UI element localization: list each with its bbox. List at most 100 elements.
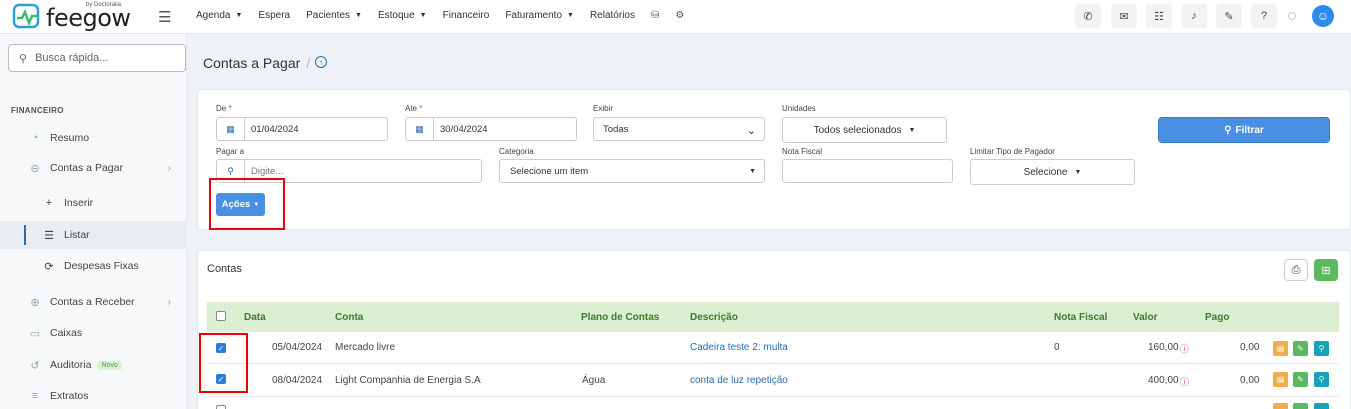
list-icon: ☰: [44, 229, 54, 242]
row-data: 08/04/2024: [272, 375, 323, 386]
top-bar: feegow by Doctoralia ☰ Agenda ▼ Espera Pa…: [0, 0, 1351, 34]
sidebar-item-caixas[interactable]: ▭ Caixas: [0, 319, 187, 347]
warning-icon: ⓘ: [1180, 377, 1190, 387]
pagar-a-label: Pagar a: [216, 147, 245, 156]
row-descricao-link[interactable]: conta de luz repetição: [690, 375, 788, 386]
main-nav: Agenda ▼ Espera Pacientes ▼ Estoque ▼ Finan…: [196, 10, 700, 21]
nav-espera[interactable]: Espera: [258, 10, 290, 21]
chat-icon[interactable]: ✎: [1216, 4, 1242, 28]
zoom-icon[interactable]: ⚲: [1314, 341, 1329, 356]
limitar-dropdown[interactable]: Selecione ▼: [970, 159, 1135, 185]
plus-circle-icon: ⊕: [30, 296, 40, 309]
calendar-icon: ▦: [406, 118, 434, 140]
gear-icon[interactable]: ⚙: [675, 10, 684, 21]
sidebar-item-inserir[interactable]: + Inserir: [0, 189, 187, 217]
nota-fiscal-label: Nota Fiscal: [782, 147, 823, 156]
unidades-label: Unidades: [782, 104, 816, 113]
search-icon: ⚲: [1224, 124, 1232, 136]
th-nota[interactable]: Nota Fiscal: [1054, 312, 1107, 323]
document-icon[interactable]: [1273, 403, 1288, 409]
nav-estoque[interactable]: Estoque ▼: [378, 10, 427, 21]
sidebar-item-contas-pagar[interactable]: ⊖ Contas a Pagar ›: [0, 154, 187, 182]
row-plano: Água: [582, 375, 606, 386]
zoom-icon[interactable]: [1314, 403, 1329, 409]
contas-title: Contas: [207, 263, 242, 275]
spreadsheet-icon[interactable]: ⊞: [1314, 259, 1338, 281]
de-label: De *: [216, 104, 232, 113]
sidebar-section-title: FINANCEIRO: [11, 106, 64, 115]
user-avatar-icon[interactable]: ☺: [1312, 5, 1334, 27]
th-valor[interactable]: Valor: [1133, 312, 1157, 323]
phone-icon[interactable]: ✆: [1075, 4, 1101, 28]
unidades-dropdown[interactable]: Todos selecionados ▼: [782, 117, 947, 143]
ate-date-field[interactable]: ▦ 30/04/2024: [405, 117, 577, 141]
sidebar-item-listar[interactable]: ☰ Listar: [0, 221, 187, 249]
row-divider: [207, 363, 1339, 364]
categoria-label: Categoria: [499, 147, 534, 156]
status-dot: [1288, 12, 1296, 20]
nav-faturamento[interactable]: Faturamento ▼: [505, 10, 574, 21]
nav-agenda[interactable]: Agenda ▼: [196, 10, 242, 21]
th-conta[interactable]: Conta: [335, 312, 363, 323]
row-conta: Mercado livre: [335, 342, 396, 353]
nav-financeiro[interactable]: Financeiro: [443, 10, 490, 21]
menu-icon[interactable]: ☰: [158, 8, 171, 26]
lines-icon: ≡: [31, 390, 39, 402]
row-divider: [207, 396, 1339, 397]
nota-fiscal-input[interactable]: [782, 159, 953, 183]
sidebar-item-extratos[interactable]: ≡ Extratos: [0, 382, 187, 409]
bell-icon[interactable]: ♪: [1181, 4, 1207, 28]
sidebar: ⚲ Busca rápida... FINANCEIRO ◔ Resumo ⊖ …: [0, 34, 187, 409]
row-nota: 0: [1054, 342, 1060, 353]
sidebar-item-resumo[interactable]: ◔ Resumo: [0, 124, 187, 152]
plus-icon: +: [45, 197, 53, 209]
chevron-right-icon: ›: [167, 162, 171, 174]
th-descricao[interactable]: Descrição: [690, 312, 738, 323]
document-icon[interactable]: ▤: [1273, 372, 1288, 387]
limitar-label: Limitar Tipo de Pagador: [970, 147, 1055, 156]
sidebar-item-contas-receber[interactable]: ⊕ Contas a Receber ›: [0, 288, 187, 316]
arrow-up-circle-icon[interactable]: ↑: [315, 56, 327, 68]
refresh-icon: ⟳: [44, 260, 54, 273]
row-checkbox[interactable]: [216, 405, 226, 409]
nav-relatorios[interactable]: Relatórios: [590, 10, 635, 21]
th-pago[interactable]: Pago: [1205, 312, 1229, 323]
feegow-logo[interactable]: feegow by Doctoralia: [12, 2, 142, 32]
row-valor: 400,00: [1148, 375, 1179, 386]
caret-down-icon: ▼: [1074, 168, 1082, 176]
categoria-select[interactable]: Selecione um item ▼: [499, 159, 765, 183]
inbox-icon: ▭: [29, 327, 41, 340]
filtrar-button[interactable]: ⚲ Filtrar: [1158, 117, 1330, 143]
caret-down-icon: ▼: [749, 168, 756, 175]
logo-icon: [12, 3, 40, 29]
inbox-icon[interactable]: ✉: [1111, 4, 1137, 28]
chevron-down-icon: ⌄: [746, 125, 756, 137]
edit-icon[interactable]: ✎: [1293, 372, 1308, 387]
history-icon: ↺: [30, 359, 40, 372]
th-data[interactable]: Data: [244, 312, 266, 323]
nav-pacientes[interactable]: Pacientes ▼: [306, 10, 362, 21]
quick-search-input[interactable]: ⚲ Busca rápida...: [8, 44, 186, 72]
brand-name: feegow: [46, 4, 131, 32]
highlight-box-acoes: [209, 178, 285, 230]
help-icon[interactable]: ?: [1251, 4, 1277, 28]
zoom-icon[interactable]: ⚲: [1314, 372, 1329, 387]
sidebar-item-auditoria[interactable]: ↺ Auditoria Novo: [0, 351, 187, 379]
table-header: Data Conta Plano de Contas Descrição Not…: [207, 302, 1339, 332]
page-title: Contas a Pagar / ↑: [203, 55, 327, 71]
document-icon[interactable]: ▤: [1273, 341, 1288, 356]
select-all-checkbox[interactable]: [216, 311, 226, 321]
de-date-field[interactable]: ▦ 01/04/2024: [216, 117, 388, 141]
th-plano[interactable]: Plano de Contas: [581, 312, 659, 323]
highlight-box-checkboxes: [199, 333, 248, 393]
ate-label: Ate *: [405, 104, 423, 113]
row-descricao-link[interactable]: Cadeira teste 2: multa: [690, 342, 788, 353]
print-icon[interactable]: ⎙: [1284, 259, 1308, 281]
edit-icon[interactable]: [1293, 403, 1308, 409]
database-icon[interactable]: ⛁: [651, 10, 659, 21]
list-icon[interactable]: ☷: [1146, 4, 1172, 28]
sidebar-item-despesas-fixas[interactable]: ⟳ Despesas Fixas: [0, 252, 187, 280]
exibir-select[interactable]: Todas ⌄: [593, 117, 765, 141]
edit-icon[interactable]: ✎: [1293, 341, 1308, 356]
row-valor: 160,00: [1148, 342, 1179, 353]
